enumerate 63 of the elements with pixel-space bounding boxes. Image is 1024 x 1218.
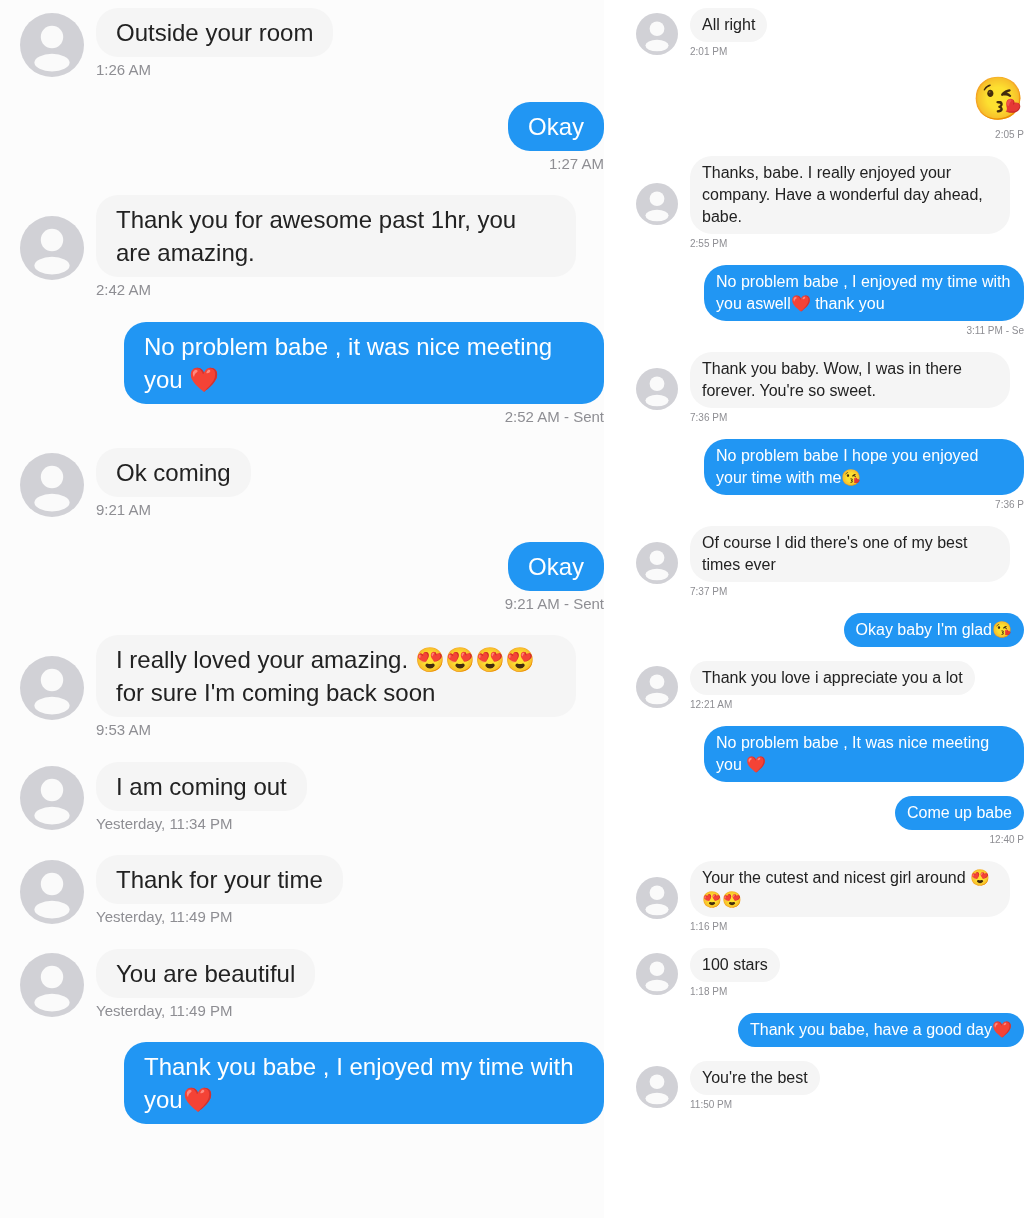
message-bubble: Thank you for awesome past 1hr, you are amazing.: [96, 195, 576, 277]
message-bubble: Okay: [508, 101, 604, 151]
timestamp: Yesterday, 11:49 PM: [96, 1000, 233, 1021]
timestamp: 2:05 P: [995, 128, 1024, 142]
timestamp: Yesterday, 11:34 PM: [96, 813, 233, 834]
message-bubble: Thank you babe, have a good day❤: [738, 1013, 1024, 1047]
timestamp: 1:18 PM: [690, 985, 728, 999]
message-bubble: You're the best: [690, 1061, 820, 1095]
timestamp: 12:40 P: [989, 833, 1024, 847]
message-bubble: Come up babe: [895, 796, 1024, 830]
avatar-icon: [636, 665, 678, 708]
timestamp: Yesterday, 11:49 PM: [96, 907, 233, 927]
timestamp: 9:21 AM: [96, 500, 152, 520]
timestamp: 1:27 AM: [548, 153, 604, 174]
message-bubble: Thank you babe , I enjoyed my time with you❤: [124, 1042, 604, 1124]
message-bubble: Your the cutest and nicest girl around 😍😍😍: [690, 861, 1010, 917]
avatar-icon: [636, 182, 678, 225]
message-bubble: Thanks, babe. I really enjoyed your company. Have a wonderful day ahead, babe.: [690, 156, 1010, 234]
timestamp: 1:26 AM: [96, 60, 152, 80]
message-bubble: Okay baby I'm glad😘: [843, 613, 1024, 647]
message-bubble: Thank for your time: [96, 855, 343, 904]
timestamp: 2:52 AM - Sent: [504, 406, 604, 427]
avatar-icon: [20, 452, 84, 517]
emoji-message: 😘: [972, 74, 1024, 124]
timestamp: 2:55 PM: [690, 237, 728, 251]
message-bubble: Outside your room: [96, 8, 334, 57]
message-bubble: No problem babe , It was nice meeting you ❤: [704, 726, 1024, 782]
timestamp: 7:37 PM: [690, 585, 728, 599]
avatar-icon: [20, 12, 84, 77]
message-bubble: No problem babe , I enjoyed my time with you aswell❤ thank you: [704, 265, 1024, 321]
avatar-icon: [20, 953, 84, 1018]
avatar-icon: [636, 367, 678, 410]
message-bubble: I am coming out: [96, 761, 307, 811]
timestamp: 11:50 PM: [690, 1098, 733, 1112]
timestamp: 12:21 AM: [690, 698, 733, 712]
avatar-icon: [636, 541, 678, 584]
avatar-icon: [20, 766, 84, 831]
message-bubble: No problem babe I hope you enjoyed your time with me😘: [704, 439, 1024, 495]
timestamp: 7:36 P: [995, 498, 1024, 512]
message-bubble: 100 stars: [690, 948, 780, 982]
avatar-icon: [636, 1065, 678, 1108]
message-bubble: I really loved your amazing. 😍😍😍😍 for sure I'm coming back soon: [96, 635, 576, 717]
message-bubble: Thank you baby. Wow, I was in there forever. You're so sweet.: [690, 352, 1010, 408]
timestamp: 7:36 PM: [690, 411, 728, 425]
avatar-icon: [636, 952, 678, 995]
message-bubble: No problem babe , it was nice meeting you ❤: [124, 321, 604, 404]
message-bubble: Thank you love i appreciate you a lot: [690, 661, 975, 695]
timestamp: 2:01 PM: [690, 45, 728, 59]
timestamp: 9:53 AM: [96, 720, 152, 740]
timestamp: 9:21 AM - Sent: [504, 593, 604, 614]
timestamp: 1:16 PM: [690, 920, 728, 934]
timestamp: 2:42 AM: [96, 280, 152, 300]
avatar-icon: [20, 859, 84, 924]
avatar-icon: [20, 656, 84, 721]
message-bubble: You are beautiful: [96, 948, 316, 998]
timestamp: 3:11 PM - Se: [966, 324, 1024, 338]
message-bubble: Ok coming: [96, 448, 251, 497]
avatar-icon: [636, 876, 678, 919]
message-bubble: Of course I did there's one of my best times ever: [690, 526, 1010, 582]
message-bubble: Okay: [508, 541, 604, 591]
avatar-icon: [636, 12, 678, 55]
message-bubble: All right: [690, 8, 768, 42]
avatar-icon: [20, 216, 84, 281]
